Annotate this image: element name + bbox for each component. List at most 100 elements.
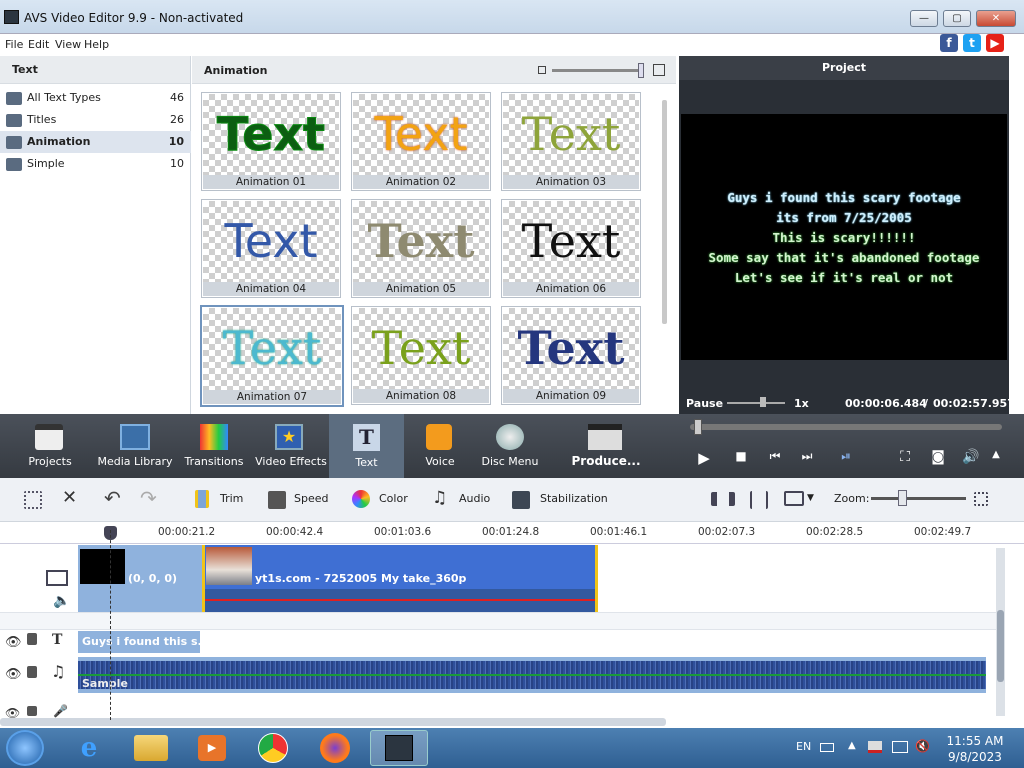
aspect-dropdown-icon[interactable]: ▼: [807, 493, 814, 503]
redo-icon[interactable]: ↷: [140, 486, 157, 510]
tool-projects[interactable]: [0, 0, 100, 450]
maximize-button[interactable]: ▢: [943, 10, 971, 27]
file-explorer-icon[interactable]: [134, 735, 168, 761]
trim-button[interactable]: Trim: [220, 492, 243, 505]
next-frame-icon[interactable]: ⏭: [797, 449, 817, 464]
video-track-icon: [46, 570, 68, 586]
vscroll-thumb[interactable]: [997, 610, 1004, 682]
clip-volume-line[interactable]: [205, 599, 595, 601]
effect-animation-02[interactable]: Text Animation 02: [351, 92, 491, 191]
speed-slider[interactable]: [727, 402, 785, 404]
fullscreen-icon[interactable]: ⛶: [895, 449, 915, 465]
tool-disc-menu[interactable]: Disc Menu: [478, 455, 542, 468]
tray-expand-icon[interactable]: ▲: [848, 740, 856, 751]
volume-dropdown-icon[interactable]: ▲: [986, 449, 1006, 460]
type-row-titles[interactable]: Titles 26: [0, 109, 191, 131]
eye-icon[interactable]: 👁: [5, 635, 22, 650]
storyboard-icon[interactable]: [24, 491, 42, 509]
type-count: 46: [170, 91, 184, 104]
timeline-hscrollbar[interactable]: [0, 718, 666, 726]
grid-scrollbar[interactable]: [662, 100, 667, 324]
stop-icon[interactable]: ■: [731, 449, 751, 463]
mute-icon[interactable]: 🔈: [53, 593, 70, 609]
tool-video-effects[interactable]: Video Effects: [255, 455, 327, 468]
delete-icon[interactable]: ✕: [62, 487, 77, 508]
tool-produce[interactable]: Produce...: [566, 454, 646, 468]
effect-animation-07[interactable]: Text Animation 07: [200, 305, 344, 407]
effect-animation-08[interactable]: Text Animation 08: [351, 306, 491, 405]
internet-explorer-icon[interactable]: e: [72, 733, 106, 763]
audio-icon[interactable]: ♫: [432, 488, 447, 508]
speed-button[interactable]: Speed: [294, 492, 328, 505]
color-icon[interactable]: [352, 490, 370, 508]
seek-handle[interactable]: [694, 419, 702, 435]
previous-frame-icon[interactable]: ⏮: [765, 449, 785, 464]
caption-line: Let's see if it's real or not: [734, 270, 954, 285]
chrome-icon[interactable]: [258, 733, 288, 763]
lock-icon[interactable]: [27, 666, 37, 678]
audio-mixer-icon[interactable]: [750, 491, 768, 509]
type-row-simple[interactable]: Simple 10: [0, 153, 191, 175]
effect-animation-05[interactable]: Text Animation 05: [351, 199, 491, 298]
effect-animation-03[interactable]: Text Animation 03: [501, 92, 641, 191]
volume-tray-icon[interactable]: 🔇: [915, 739, 930, 753]
thumb-size-slider[interactable]: [552, 69, 644, 72]
snapshot-icon[interactable]: ◙: [928, 449, 948, 465]
large-size-icon[interactable]: [653, 64, 665, 76]
aspect-ratio-icon[interactable]: [784, 491, 804, 506]
audio-volume-line[interactable]: [78, 674, 986, 676]
volume-icon[interactable]: 🔊: [961, 449, 981, 465]
speed-slider-handle[interactable]: [760, 397, 766, 407]
video-preview[interactable]: Guys i found this scary footage its from…: [681, 114, 1007, 360]
playhead-line[interactable]: [110, 530, 111, 720]
youtube-icon[interactable]: ▶: [986, 34, 1004, 52]
speed-icon[interactable]: [268, 491, 286, 509]
zoom-slider-handle[interactable]: [898, 490, 907, 506]
effect-animation-06[interactable]: Text Animation 06: [501, 199, 641, 298]
action-center-icon[interactable]: [868, 741, 882, 753]
timeline-clip-black[interactable]: (0, 0, 0): [78, 545, 202, 612]
lock-icon[interactable]: [27, 633, 37, 645]
audio-button[interactable]: Audio: [459, 492, 490, 505]
eye-icon[interactable]: 👁: [5, 667, 22, 682]
type-row-all[interactable]: All Text Types 46: [0, 87, 191, 109]
minimize-button[interactable]: —: [910, 10, 938, 27]
color-button[interactable]: Color: [379, 492, 408, 505]
undo-icon[interactable]: ↶: [104, 486, 121, 510]
keyboard-icon[interactable]: [820, 743, 834, 752]
media-player-icon[interactable]: ▶: [198, 735, 226, 761]
small-size-icon[interactable]: [538, 66, 546, 74]
effect-animation-04[interactable]: Text Animation 04: [201, 199, 341, 298]
zoom-slider[interactable]: [871, 497, 966, 500]
lock-icon[interactable]: [27, 706, 37, 716]
stabilization-button[interactable]: Stabilization: [540, 492, 608, 505]
timeline-audio-clip[interactable]: Sample: [78, 657, 986, 693]
seek-bar[interactable]: [690, 424, 1002, 430]
timeline-text-clip[interactable]: Guys i found this s...: [78, 631, 200, 653]
split-icon[interactable]: ⏯: [836, 449, 856, 464]
trim-icon[interactable]: [195, 490, 209, 508]
tool-voice[interactable]: Voice: [410, 455, 470, 468]
clock[interactable]: 11:55 AM 9/8/2023: [940, 733, 1010, 765]
firefox-icon[interactable]: [320, 733, 350, 763]
network-icon[interactable]: [892, 741, 908, 753]
clip-thumbnail: [80, 549, 125, 584]
slider-handle[interactable]: [638, 63, 644, 78]
language-indicator[interactable]: EN: [796, 740, 811, 753]
fit-timeline-icon[interactable]: [974, 492, 988, 506]
split-clip-icon[interactable]: [711, 492, 735, 506]
close-button[interactable]: ✕: [976, 10, 1016, 27]
effect-animation-09[interactable]: Text Animation 09: [501, 306, 641, 405]
start-button[interactable]: [6, 730, 44, 766]
tool-transitions[interactable]: Transitions: [180, 455, 248, 468]
tool-media-library[interactable]: Media Library: [95, 455, 175, 468]
facebook-icon[interactable]: f: [940, 34, 958, 52]
play-icon[interactable]: ▶: [694, 449, 714, 467]
timeline-clip-video[interactable]: yt1s.com - 7252005 My take_360p: [202, 545, 598, 612]
tool-text-label: Text: [355, 456, 378, 469]
stabilization-icon[interactable]: [512, 491, 530, 509]
effect-animation-01[interactable]: Text Animation 01: [201, 92, 341, 191]
avs-taskbar-button[interactable]: [370, 730, 428, 766]
twitter-icon[interactable]: t: [963, 34, 981, 52]
type-row-animation[interactable]: Animation 10: [0, 131, 191, 153]
